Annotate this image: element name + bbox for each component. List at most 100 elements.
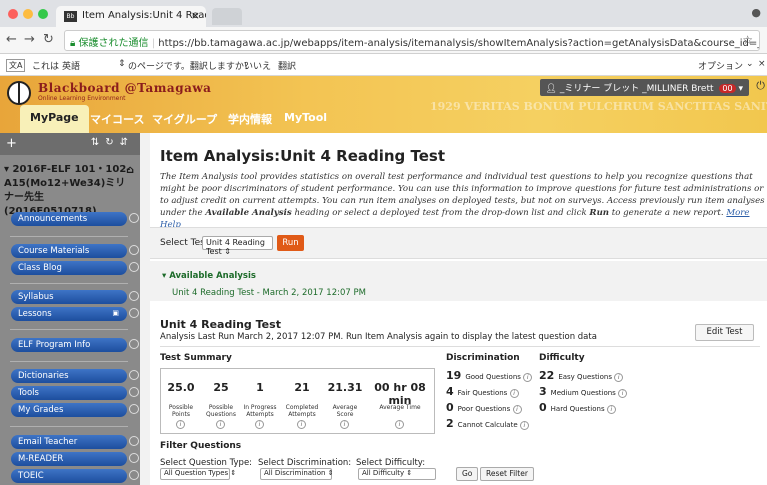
summary-label: Average Time <box>379 404 421 411</box>
reset-filter-button[interactable]: Reset Filter <box>480 467 534 481</box>
close-tab-icon[interactable]: × <box>191 9 200 22</box>
profile-icon[interactable]: ● <box>751 6 761 19</box>
sidebar-item-lessons[interactable]: Lessons ▣ <box>11 307 139 321</box>
course-title[interactable]: ▾ 2016F-ELF 101・102-A15(Mo12+We34)ミリナー先生… <box>4 163 134 219</box>
page-header: Item Analysis:Unit 4 Reading Test The It… <box>160 147 765 231</box>
disc-label: Good Questions <box>465 373 521 381</box>
page-title: Item Analysis:Unit 4 Reading Test <box>160 147 446 165</box>
sidebar-item-label: M-READER <box>18 454 64 464</box>
new-tab-button[interactable] <box>212 8 242 25</box>
select-test-dropdown[interactable]: Unit 4 Reading Test ⇕ <box>202 236 273 256</box>
diff-label: Easy Questions <box>558 373 612 381</box>
course-sidebar: + ⇅↻⇵ ▾ 2016F-ELF 101・102-A15(Mo12+We34)… <box>0 133 140 485</box>
notification-badge: 00 <box>719 84 736 93</box>
translate-no-button[interactable]: いいえ <box>244 59 271 72</box>
summary-in-progress: 1 In Progress Attempts i <box>241 369 279 433</box>
info-icon[interactable]: i <box>618 389 628 398</box>
translate-icon: 文A <box>6 59 26 72</box>
forward-icon[interactable]: → <box>24 32 35 47</box>
browser-tab[interactable]: Bb Item Analysis:Unit 4 Reading T × <box>56 6 206 27</box>
filter-questions-heading: Filter Questions <box>160 441 242 451</box>
intro-part: to generate a new report. <box>609 208 727 218</box>
logo-title: Blackboard @Tamagawa <box>38 81 212 95</box>
report-last-run: Analysis Last Run March 2, 2017 12:07 PM… <box>160 332 597 342</box>
sidebar-item-tools[interactable]: Tools <box>11 386 139 400</box>
disc-count: 2 <box>446 417 454 430</box>
close-window-button[interactable] <box>8 9 18 19</box>
tab-my-groups[interactable]: マイグループ <box>142 105 227 133</box>
sidebar-item-elf-program-info[interactable]: ELF Program Info <box>11 338 139 352</box>
home-icon[interactable]: ⌂ <box>126 163 134 177</box>
info-icon[interactable]: i <box>255 420 264 429</box>
info-icon[interactable]: i <box>614 373 624 382</box>
blackboard-header: Blackboard @Tamagawa Online Learning Env… <box>0 76 767 133</box>
lessons-lock-icon: ▣ <box>112 309 119 317</box>
info-icon[interactable]: i <box>216 420 225 429</box>
discrimination-filter-label: Select Discrimination: <box>258 458 352 468</box>
sidebar-item-label: Lessons <box>18 309 52 319</box>
logo-subtitle: Online Learning Environment <box>38 95 126 102</box>
intro-bold-run: Run <box>589 208 610 218</box>
options-chevron-icon[interactable]: ⌄ <box>746 59 754 69</box>
go-button[interactable]: Go <box>456 467 479 481</box>
available-analysis-link[interactable]: Unit 4 Reading Test - March 2, 2017 12:0… <box>172 288 366 298</box>
logout-power-icon[interactable]: ⏻ <box>756 79 765 93</box>
sidebar-item-class-blog[interactable]: Class Blog <box>11 261 139 275</box>
sidebar-item-m-reader[interactable]: M-READER <box>11 452 139 466</box>
reload-icon[interactable]: ↻ <box>43 32 54 47</box>
info-icon[interactable]: i <box>523 373 533 382</box>
indicator-icon <box>129 291 139 301</box>
info-icon[interactable]: i <box>340 420 349 429</box>
sidebar-tools-icons[interactable]: ⇅↻⇵ <box>91 137 134 148</box>
translate-options-button[interactable]: オプション <box>698 59 743 72</box>
sidebar-item-syllabus[interactable]: Syllabus <box>11 290 139 304</box>
summary-value: 25.0 <box>167 381 195 394</box>
sidebar-item-toeic[interactable]: TOEIC <box>11 469 139 483</box>
diff-count: 22 <box>539 369 555 382</box>
discrimination-filter-select[interactable]: All Discrimination ⇕ <box>260 468 334 480</box>
translate-question: のページです。翻訳しますか？ <box>128 62 253 72</box>
info-icon[interactable]: i <box>519 421 529 430</box>
discrimination-good: 19 Good Questions i <box>446 369 533 382</box>
add-menu-item-icon[interactable]: + <box>6 136 17 151</box>
info-icon[interactable]: i <box>297 420 306 429</box>
difficulty-easy: 22 Easy Questions i <box>539 369 624 382</box>
sidebar-item-my-grades[interactable]: My Grades <box>11 403 139 417</box>
sidebar-divider <box>10 426 128 427</box>
question-type-select[interactable]: All Question Types ⇕ <box>160 468 236 480</box>
tab-mypage[interactable]: MyPage <box>20 105 89 133</box>
translate-language-select[interactable]: 英語 <box>62 59 80 72</box>
translate-button[interactable]: 翻訳 <box>278 59 296 72</box>
sidebar-item-label: Tools <box>18 388 39 398</box>
blackboard-favicon-icon: Bb <box>64 11 77 22</box>
sidebar-item-announcements[interactable]: Announcements <box>11 212 139 226</box>
back-icon[interactable]: ← <box>6 32 17 47</box>
sidebar-item-dictionaries[interactable]: Dictionaries <box>11 369 139 383</box>
intro-part: heading or select a deployed test from t… <box>291 208 590 218</box>
edit-test-button[interactable]: Edit Test <box>695 324 754 341</box>
info-icon[interactable]: i <box>512 405 522 414</box>
bookmark-star-icon[interactable]: ☆ <box>742 33 753 47</box>
minimize-window-button[interactable] <box>23 9 33 19</box>
collapse-chevron-icon[interactable]: ▾ <box>4 164 13 175</box>
indicator-icon <box>129 339 139 349</box>
url-input[interactable]: 🔒︎ 保護された通信 | https://bb.tamagawa.ac.jp/w… <box>64 30 760 51</box>
user-menu[interactable]: 👤︎ _ミリナー ブレット _MILLINER Brett 00 ▾ <box>539 79 749 96</box>
sidebar-item-email-teacher[interactable]: Email Teacher <box>11 435 139 449</box>
info-icon[interactable]: i <box>606 405 616 414</box>
info-icon[interactable]: i <box>176 420 185 429</box>
run-button[interactable]: Run <box>277 235 304 251</box>
available-analysis-heading[interactable]: ▾ Available Analysis <box>162 271 256 281</box>
translate-close-icon[interactable]: × <box>758 59 766 69</box>
sidebar-item-course-materials[interactable]: Course Materials <box>11 244 139 258</box>
tab-campus-info[interactable]: 学内情報 <box>218 105 282 133</box>
summary-value: 21.31 <box>327 381 363 394</box>
maximize-window-button[interactable] <box>38 9 48 19</box>
info-icon[interactable]: i <box>509 389 519 398</box>
tab-mytool[interactable]: MyTool <box>274 105 337 133</box>
disc-label: Poor Questions <box>457 405 511 413</box>
info-icon[interactable]: i <box>395 420 404 429</box>
question-type-label: Select Question Type: <box>160 458 253 468</box>
difficulty-filter-select[interactable]: All Difficulty ⇕ <box>358 468 436 480</box>
sidebar-toolbar: + ⇅↻⇵ <box>0 133 140 155</box>
